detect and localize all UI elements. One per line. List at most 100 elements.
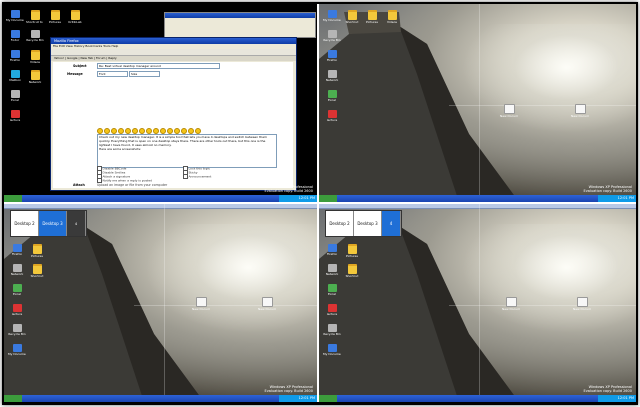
icon-label: New Document — [500, 114, 518, 118]
size-select[interactable]: Size — [129, 71, 160, 77]
top-taskbar[interactable] — [319, 204, 636, 209]
desktop-icon[interactable]: KritikLab — [66, 10, 84, 24]
desktop-icon[interactable]: Firefox — [323, 50, 341, 62]
desktop-icon[interactable]: Pictures — [343, 244, 361, 258]
desktop-icon[interactable]: Network — [323, 264, 341, 276]
desktop-switch-2[interactable]: Desktop 2 — [326, 211, 354, 236]
toolbar[interactable] — [51, 49, 296, 56]
document-icon — [505, 297, 517, 307]
icon-label: Network — [28, 80, 42, 84]
desktop-icon[interactable]: Network — [8, 264, 26, 276]
firefox-icon — [12, 244, 22, 252]
desktop-icon[interactable]: Pictures — [46, 10, 64, 24]
desktop-icon[interactable]: My Documents — [323, 10, 341, 22]
start-button[interactable] — [4, 395, 22, 402]
app-icon — [327, 304, 337, 312]
desktop-icon[interactable]: Shortcut — [343, 10, 361, 24]
desktop-icon[interactable]: Firefox — [6, 50, 24, 62]
desktop-icon[interactable]: Videos — [383, 10, 401, 24]
desktop-icon[interactable]: Recycle Bin — [26, 30, 44, 42]
desktop-icon[interactable]: Network — [323, 70, 341, 82]
my-documents-icon — [327, 344, 337, 352]
desktop-icon[interactable]: Pictures — [28, 244, 46, 258]
desktop-switch-3[interactable]: Desktop 3 — [39, 211, 67, 236]
desktop-switch-4[interactable]: 4 — [67, 211, 86, 236]
desktop-icon[interactable]: lecture — [323, 110, 341, 122]
desktop-icon[interactable]: Recycle Bin — [323, 324, 341, 336]
top-taskbar[interactable] — [4, 204, 317, 209]
desktop-switch-4[interactable]: 4 — [382, 211, 401, 236]
desktop-icon[interactable]: My Documents — [323, 344, 341, 356]
desktop-icon[interactable]: New Document — [573, 297, 591, 311]
desktop-icon[interactable]: New Document — [571, 104, 589, 118]
desktop-icon[interactable]: lecture — [8, 304, 26, 316]
taskbar[interactable]: 12:01 PM — [4, 395, 317, 402]
wallpaper-line — [449, 305, 636, 306]
start-button[interactable] — [4, 195, 22, 202]
message-textarea[interactable]: Check out my new desktop manager. It is … — [97, 134, 277, 168]
desktop-icon[interactable]: New Document — [502, 297, 520, 311]
icon-label: Shortcut — [345, 274, 359, 278]
os-watermark: Windows XP Professional Evaluation copy. … — [583, 385, 632, 393]
desktop-icon[interactable]: Shortcut — [343, 264, 361, 278]
my-documents-icon — [10, 10, 20, 18]
pyramid-image — [319, 12, 519, 202]
browser-window[interactable]: Mozilla Firefox File Edit View History B… — [50, 37, 297, 191]
desktop-switch-2[interactable]: Desktop 2 — [11, 211, 39, 236]
icon-label: Mailbox — [9, 78, 21, 82]
desktop-switcher[interactable]: Desktop 2 Desktop 3 4 — [325, 210, 402, 237]
start-button[interactable] — [319, 395, 337, 402]
desktop-icon[interactable]: Firefox — [323, 244, 341, 256]
desktop-icon[interactable]: Excel — [8, 284, 26, 296]
desktop-switcher[interactable]: Desktop 2 Desktop 3 4 — [10, 210, 87, 237]
desktop-icon[interactable]: Shortcut to .. — [26, 10, 44, 24]
icon-label: Network — [325, 78, 339, 82]
desktop-switch-3[interactable]: Desktop 3 — [354, 211, 382, 236]
desktop-icon[interactable]: My Documents — [8, 344, 26, 356]
attach-note: Upload an image or file from your comput… — [97, 183, 168, 187]
desktop-icon[interactable]: Pictures — [363, 10, 381, 24]
desktop-icon[interactable]: Videos — [26, 50, 44, 64]
desktop-icon[interactable]: Network — [26, 70, 44, 84]
background-window-titlebar[interactable] — [165, 13, 315, 18]
os-watermark: Windows XP Professional Evaluation copy. … — [264, 385, 313, 393]
desktop-icon[interactable]: Excel — [323, 284, 341, 296]
icon-label: Pictures — [31, 254, 43, 258]
icon-label: My Documents — [323, 352, 341, 356]
desktop-icon[interactable]: New Document — [192, 297, 210, 311]
desktop-icon[interactable]: Excel — [6, 90, 24, 102]
icon-label: Shortcut to .. — [26, 20, 44, 24]
desktop-icon[interactable]: Recycle Bin — [323, 30, 341, 42]
desktop-icon[interactable]: lecture — [6, 110, 24, 122]
folder-icon — [347, 244, 357, 254]
desktop-icon[interactable]: Mailbox — [6, 70, 24, 82]
desktop-icon[interactable]: Fodor — [6, 30, 24, 42]
subject-input[interactable]: Re: Best virtual desktop manager around — [97, 63, 220, 69]
taskbar[interactable]: 12:01 PM — [319, 195, 636, 202]
desktop-icon[interactable]: New Document — [258, 297, 276, 311]
desktop-icon[interactable]: Recycle Bin — [8, 324, 26, 336]
icon-label: My Documents — [323, 18, 341, 22]
background-window[interactable] — [164, 12, 316, 38]
desktop-icon[interactable]: My Documents — [6, 10, 24, 22]
desktop-icon[interactable]: lecture — [323, 304, 341, 316]
start-button[interactable] — [319, 195, 337, 202]
desktop-icon[interactable]: Firefox — [8, 244, 26, 256]
font-select[interactable]: Font — [97, 71, 128, 77]
tab-strip[interactable]: Yahoo! | Google | New Tab | Forum | Repl… — [51, 56, 296, 61]
icon-label: Firefox — [10, 58, 20, 62]
app-icon — [10, 30, 20, 38]
icon-label: Shortcut — [30, 274, 44, 278]
taskbar[interactable]: 12:01 PM — [4, 195, 317, 202]
option-checkbox[interactable]: Announcement — [183, 174, 212, 179]
desktop-icon[interactable]: Shortcut — [28, 264, 46, 278]
option-checkbox[interactable]: Notify me when a reply is posted — [97, 178, 152, 183]
desktop-icon[interactable]: Excel — [323, 90, 341, 102]
desktop-icon[interactable]: New Document — [500, 104, 518, 118]
message-body: Check out my new desktop manager. It is … — [99, 135, 267, 147]
page-area: Subject Re: Best virtual desktop manager… — [53, 62, 293, 188]
os-watermark: Windows XP Professional Evaluation copy. … — [583, 185, 632, 193]
folder-icon — [347, 264, 357, 274]
recycle-bin-icon — [30, 30, 40, 38]
taskbar[interactable]: 12:01 PM — [319, 395, 636, 402]
